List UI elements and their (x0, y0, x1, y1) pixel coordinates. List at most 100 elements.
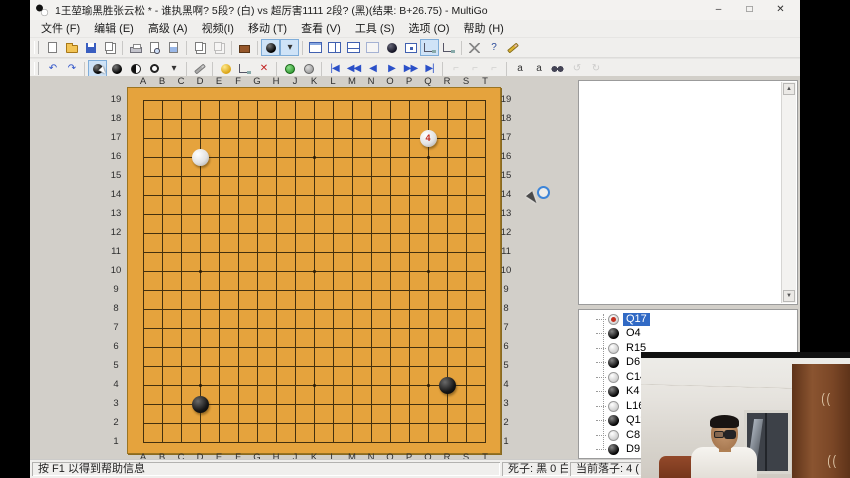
delete-node-icon[interactable]: ✕ (254, 60, 273, 77)
layout-board-only-icon[interactable] (306, 39, 325, 56)
place-stone-mode-icon[interactable] (88, 60, 107, 77)
node-info-icon[interactable] (401, 39, 420, 56)
save-as-icon[interactable] (100, 39, 119, 56)
coord-right-8: 8 (496, 304, 516, 314)
branch-up-icon[interactable]: ⌐ (446, 60, 465, 77)
menu-item-2[interactable]: 高级 (A) (141, 21, 195, 37)
nav-forward-icon-glyph: ▶ (388, 61, 395, 76)
print-preview-icon-shape (150, 42, 159, 53)
make-branch-icon[interactable] (235, 60, 254, 77)
scroll-up-button[interactable]: ▲ (783, 83, 795, 95)
nav-forward-10-icon[interactable]: ▶▶ (401, 60, 420, 77)
tree-node-O4[interactable]: O4 (579, 327, 797, 342)
coord-left-15: 15 (106, 171, 126, 181)
menu-item-3[interactable]: 视频(I) (195, 21, 241, 37)
white-stone-icon (608, 430, 619, 441)
window-controls: – □ ✕ (703, 0, 796, 20)
place-stone-mode-icon-shape (93, 64, 103, 74)
branch-next-icon[interactable]: ⌐ (484, 60, 503, 77)
cursor-busy-ring-icon (537, 186, 550, 199)
next-move-color-icon[interactable] (261, 39, 280, 56)
menu-item-8[interactable]: 帮助 (H) (457, 21, 511, 37)
copy-icon[interactable] (190, 39, 209, 56)
layout-single-icon[interactable] (363, 39, 382, 56)
tools-icon[interactable] (465, 39, 484, 56)
scroll-down-button[interactable]: ▼ (783, 290, 795, 302)
edit-comment-icon[interactable] (503, 39, 522, 56)
upload-web-icon[interactable] (280, 60, 299, 77)
tree-window-icon-shape (443, 43, 454, 52)
comment-panel[interactable]: ▲ ▼ (578, 80, 798, 305)
nav-back-10-icon-glyph: ◀◀ (347, 61, 360, 76)
coord-top-T: T (475, 77, 495, 87)
toolbar-grip[interactable] (34, 41, 39, 54)
menu-item-1[interactable]: 编辑 (E) (87, 21, 141, 37)
redo-icon[interactable]: ↷ (62, 60, 81, 77)
menu-item-7[interactable]: 选项 (O) (402, 21, 457, 37)
stone-dropdown-icon[interactable]: ▾ (164, 60, 183, 77)
branch-prev-icon[interactable]: ⌐ (465, 60, 484, 77)
tree-connector (596, 377, 606, 378)
menu-item-0[interactable]: 文件 (F) (34, 21, 87, 37)
show-branch-icon[interactable] (420, 39, 439, 56)
tree-connector (596, 435, 606, 436)
nav-back-icon[interactable]: ◀ (363, 60, 382, 77)
find-position-icon[interactable] (548, 60, 567, 77)
grid-line-h (143, 347, 486, 348)
sound-icon[interactable] (382, 39, 401, 56)
coord-left-19: 19 (106, 95, 126, 105)
white-stone-icon[interactable] (145, 60, 164, 77)
layout-horizontal-split-icon[interactable] (344, 39, 363, 56)
wardrobe-handle: (( (821, 392, 832, 407)
title-bar[interactable]: 1王堃瑜黑胜张云松 * - 谁执黑啊? 5段? (白) vs 超厉害1111 2… (30, 0, 800, 20)
nav-first-icon[interactable]: |◀ (325, 60, 344, 77)
download-web-icon[interactable] (299, 60, 318, 77)
menu-item-5[interactable]: 查看 (V) (294, 21, 348, 37)
nav-back-10-icon[interactable]: ◀◀ (344, 60, 363, 77)
toolbar-grip[interactable] (34, 62, 39, 75)
tree-connector (596, 333, 606, 334)
nav-last-icon[interactable]: ▶| (420, 60, 439, 77)
star-point-K4 (313, 384, 316, 387)
grid-line-v (485, 100, 486, 443)
maximize-button[interactable]: □ (734, 0, 765, 20)
toolbar-separator (442, 62, 443, 76)
toolbar-main-icons: ▾? (43, 39, 522, 56)
layout-vertical-split-icon[interactable] (325, 39, 344, 56)
move-color-dropdown-icon[interactable]: ▾ (280, 39, 299, 56)
nav-back-icon-glyph: ◀ (369, 61, 376, 76)
save-file-icon[interactable] (81, 39, 100, 56)
label-small-icon-glyph: a (517, 61, 522, 76)
sound-icon-shape (387, 43, 397, 53)
context-help-icon[interactable]: ? (484, 39, 503, 56)
menu-item-6[interactable]: 工具 (S) (348, 21, 402, 37)
comment-scrollbar[interactable]: ▲ ▼ (781, 82, 796, 303)
toolbar-separator (122, 41, 123, 55)
white-stone-icon (608, 372, 619, 383)
close-button[interactable]: ✕ (765, 0, 796, 20)
open-file-icon[interactable] (62, 39, 81, 56)
print-preview-icon[interactable] (145, 39, 164, 56)
coord-top-H: H (266, 77, 286, 87)
undo-icon[interactable]: ↶ (43, 60, 62, 77)
label-capital-icon[interactable]: a (529, 60, 548, 77)
game-info-icon[interactable] (235, 39, 254, 56)
menu-item-4[interactable]: 移动 (T) (241, 21, 294, 37)
alternate-stone-icon[interactable] (126, 60, 145, 77)
label-small-icon[interactable]: a (510, 60, 529, 77)
add-label-icon[interactable] (216, 60, 235, 77)
coord-right-17: 17 (496, 133, 516, 143)
erase-stone-icon[interactable] (190, 60, 209, 77)
tree-node-Q17[interactable]: Q17 (579, 312, 797, 327)
new-file-icon[interactable] (43, 39, 62, 56)
tree-window-icon[interactable] (439, 39, 458, 56)
copy-special-icon[interactable] (209, 39, 228, 56)
export-image-icon[interactable] (164, 39, 183, 56)
minimize-button[interactable]: – (703, 0, 734, 20)
nav-forward-icon[interactable]: ▶ (382, 60, 401, 77)
print-icon[interactable] (126, 39, 145, 56)
tree-connector (596, 449, 606, 450)
rotate-left-icon[interactable]: ↺ (567, 60, 586, 77)
black-stone-icon[interactable] (107, 60, 126, 77)
rotate-right-icon[interactable]: ↻ (586, 60, 605, 77)
